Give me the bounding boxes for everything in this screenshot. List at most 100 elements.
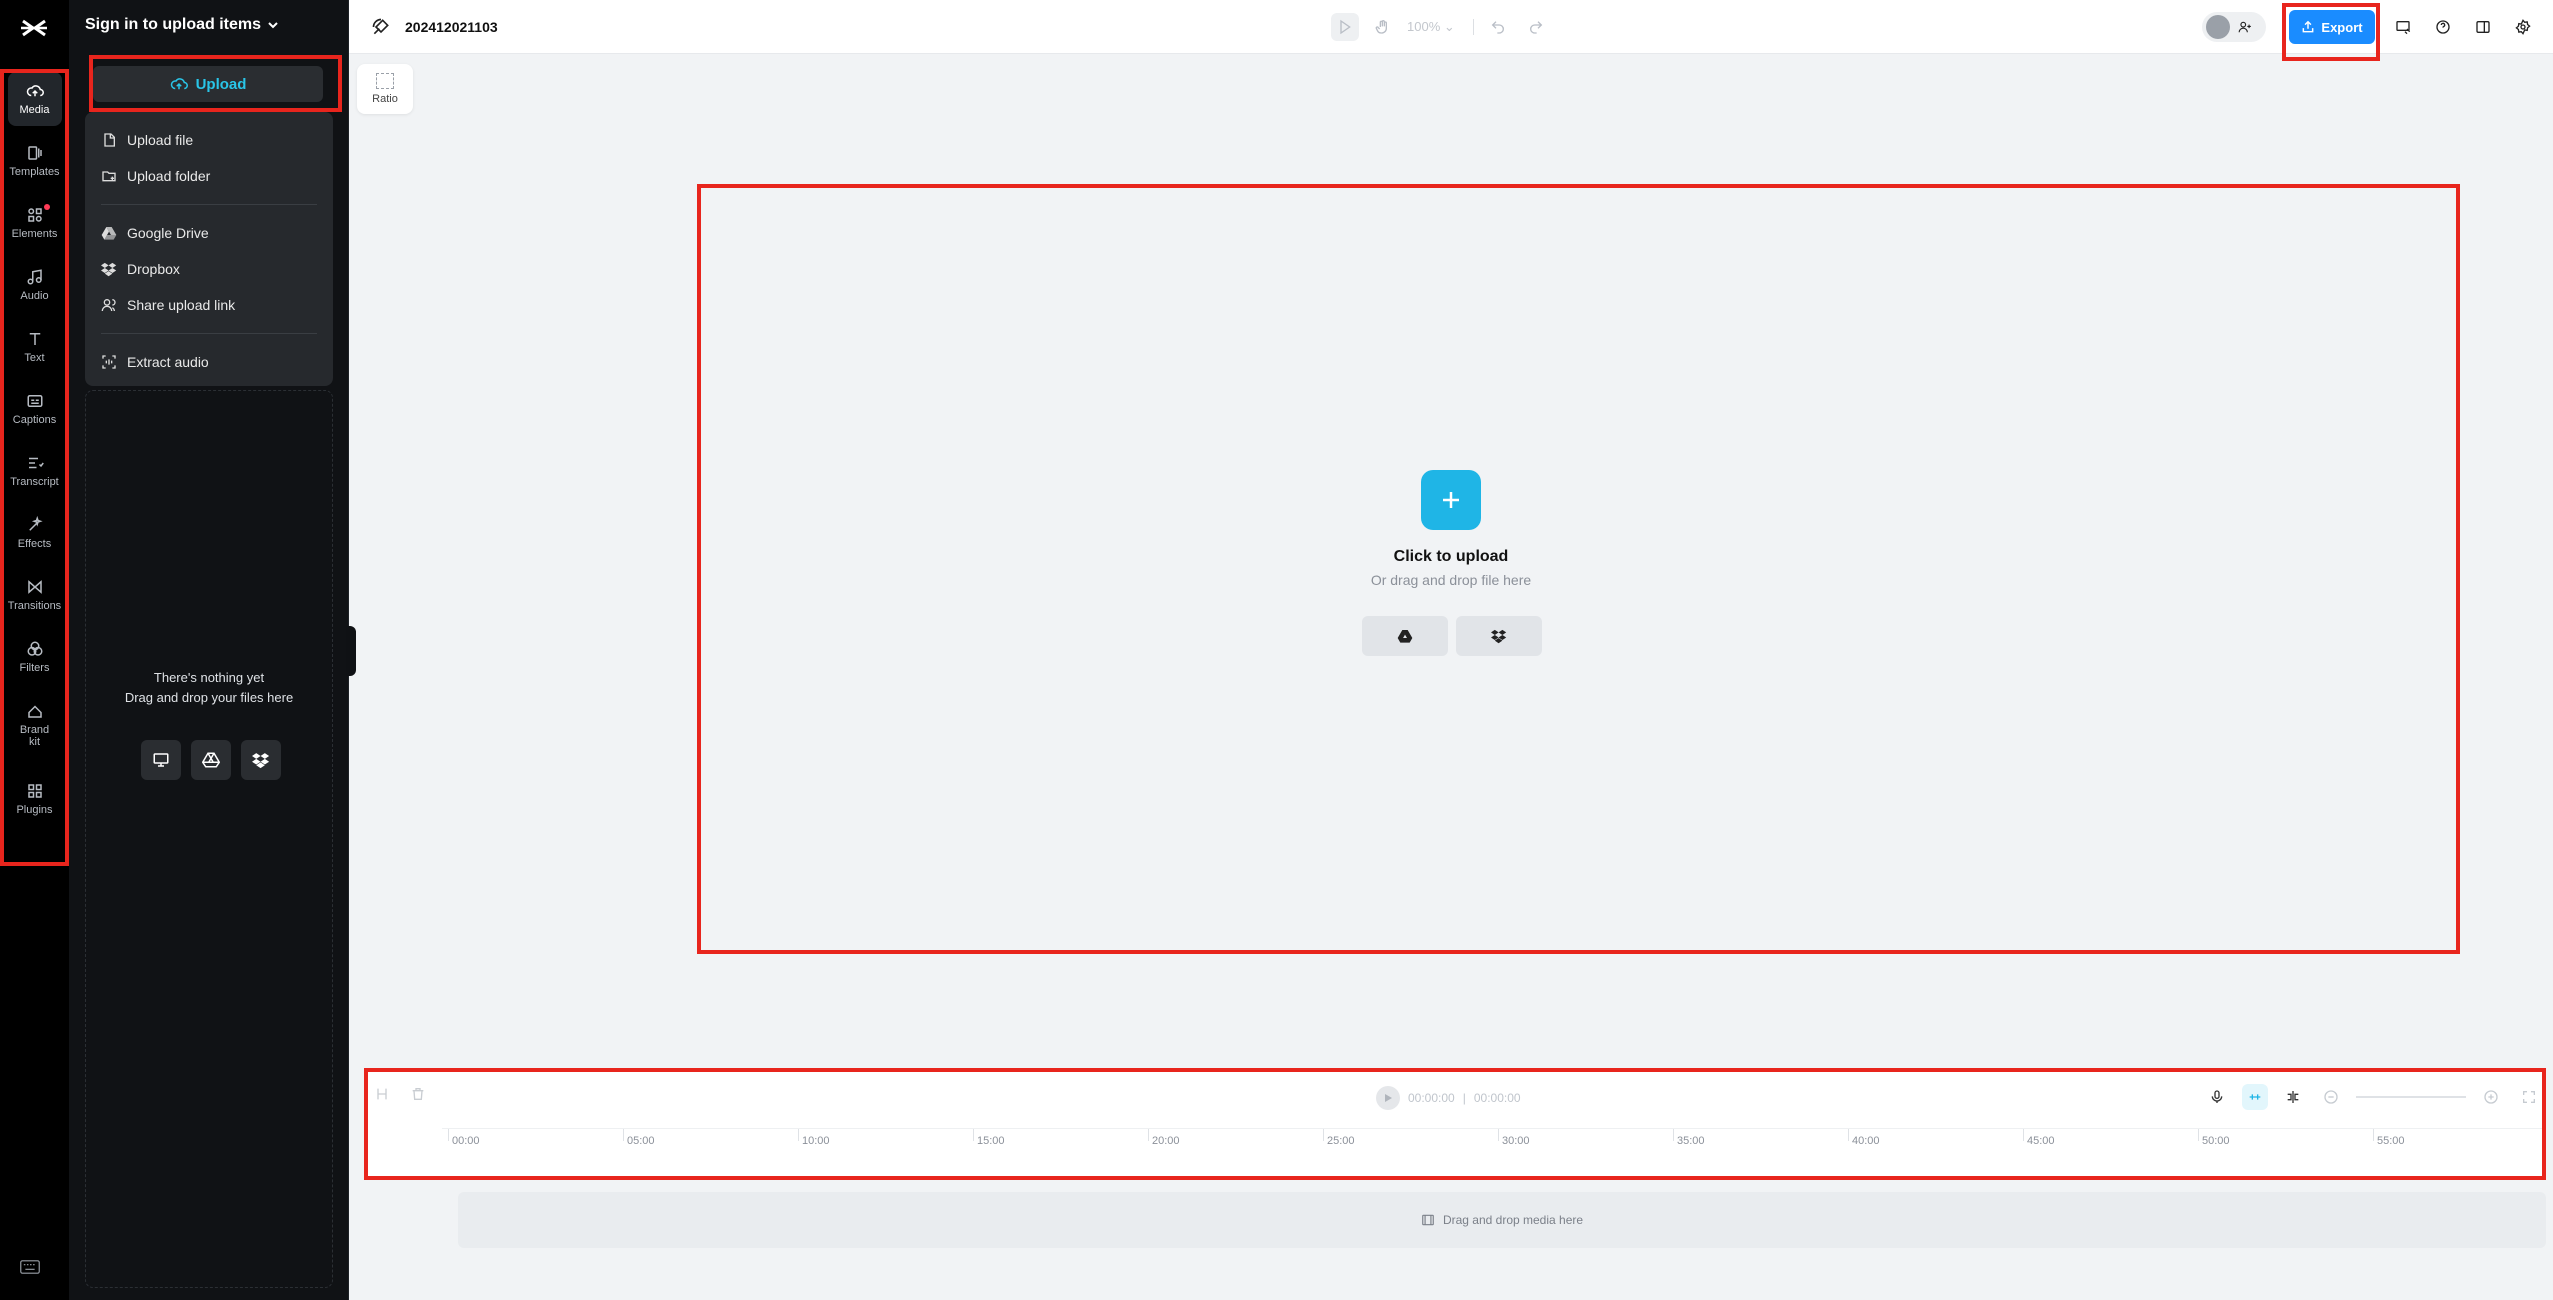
timeline-zoom-slider[interactable]	[2356, 1096, 2466, 1098]
upload-button[interactable]: Upload	[93, 66, 323, 102]
ruler-tick: 55:00	[2373, 1129, 2405, 1147]
upload-from-dropbox-button[interactable]	[241, 740, 281, 780]
timeline-toolbar: 00:00:00 | 00:00:00 00:00 05:00 10:00 15	[364, 1068, 2546, 1180]
ratio-button[interactable]: Ratio	[357, 64, 413, 114]
trash-icon[interactable]	[410, 1086, 426, 1102]
current-time: 00:00:00	[1408, 1091, 1455, 1105]
rail-item-media[interactable]: Media	[7, 72, 62, 126]
rail-item-label: Plugins	[16, 804, 53, 816]
upload-from-google-drive-button[interactable]	[191, 740, 231, 780]
empty-state-title: There's nothing yet	[153, 670, 265, 685]
menu-item-label: Extract audio	[127, 354, 209, 370]
google-drive-icon	[101, 227, 117, 240]
timeline-dropzone[interactable]: Drag and drop media here	[458, 1192, 2546, 1248]
time-divider: |	[1462, 1091, 1466, 1105]
capcut-logo[interactable]	[17, 16, 51, 40]
chevron-down-icon	[268, 22, 278, 29]
ruler-tick: 15:00	[973, 1129, 1005, 1147]
menu-item-label: Dropbox	[127, 261, 180, 277]
present-button[interactable]	[2389, 13, 2417, 41]
settings-button[interactable]	[2509, 13, 2537, 41]
panel-title[interactable]: Sign in to upload items	[85, 16, 279, 34]
menu-item-label: Upload folder	[127, 168, 211, 184]
timeline-ruler[interactable]: 00:00 05:00 10:00 15:00 20:00 25:00 30:0…	[442, 1128, 2542, 1168]
zoom-dropdown[interactable]: 100% ⌄	[1407, 19, 1463, 35]
rail-item-captions[interactable]: Captions	[8, 382, 62, 436]
cloud-upload-icon	[26, 85, 44, 97]
canvas-upload-button[interactable]	[1421, 470, 1481, 530]
brand-kit-icon	[27, 705, 42, 718]
transitions-icon	[27, 580, 42, 594]
film-icon	[1422, 1214, 1434, 1226]
dropzone-label: Drag and drop media here	[1442, 1213, 1584, 1227]
menu-item-upload-folder[interactable]: Upload folder	[85, 158, 333, 194]
extract-audio-icon	[102, 355, 116, 369]
split-icon[interactable]	[374, 1086, 390, 1102]
canvas-google-drive-button[interactable]	[1362, 616, 1448, 656]
menu-item-share-upload-link[interactable]: Share upload link	[85, 287, 333, 323]
redo-button[interactable]	[1522, 13, 1550, 41]
project-name[interactable]: 202412021103	[405, 19, 498, 35]
link-clips-button[interactable]	[2280, 1084, 2306, 1110]
zoom-in-button[interactable]	[2478, 1084, 2504, 1110]
fit-icon	[2523, 1091, 2535, 1103]
rail-item-text[interactable]: Text	[8, 320, 62, 374]
play-button[interactable]	[1376, 1086, 1400, 1110]
rail-item-brand-kit[interactable]: Brand kit	[8, 692, 62, 758]
zoom-out-button[interactable]	[2318, 1084, 2344, 1110]
menu-item-label: Share upload link	[127, 297, 236, 313]
help-icon	[2436, 20, 2450, 34]
ruler-tick: 10:00	[798, 1129, 830, 1147]
empty-state-sources	[141, 740, 281, 780]
google-drive-icon	[1397, 630, 1413, 643]
export-button[interactable]: Export	[2289, 10, 2375, 44]
rail-item-templates[interactable]: Templates	[8, 134, 62, 188]
help-button[interactable]	[2429, 13, 2457, 41]
timeline-view-tools	[2204, 1084, 2553, 1110]
menu-item-google-drive[interactable]: Google Drive	[85, 215, 333, 251]
hand-tool-button[interactable]	[1369, 13, 1397, 41]
upload-from-computer-button[interactable]	[141, 740, 181, 780]
rail-item-transitions[interactable]: Transitions	[8, 568, 62, 622]
rail-item-plugins[interactable]: Plugins	[8, 772, 62, 826]
layout-toggle-button[interactable]	[2469, 13, 2497, 41]
rail-item-audio[interactable]: Audio	[8, 258, 62, 312]
elements-icon	[27, 208, 42, 222]
empty-state-subtitle: Drag and drop your files here	[124, 690, 294, 705]
menu-item-upload-file[interactable]: Upload file	[85, 122, 333, 158]
rail-item-label: Elements	[11, 228, 58, 240]
sidebar-layout-icon	[2476, 21, 2490, 33]
menu-separator	[101, 333, 317, 334]
rail-item-label: Captions	[12, 414, 57, 426]
collaborators[interactable]	[2202, 12, 2266, 42]
ruler-tick: 25:00	[1323, 1129, 1355, 1147]
panel-drop-area[interactable]	[85, 390, 333, 1288]
drag-drop-hint: Or drag and drop file here	[1370, 572, 1532, 588]
filters-icon	[27, 641, 42, 656]
click-to-upload-text[interactable]: Click to upload	[1300, 548, 1602, 566]
ruler-tick: 45:00	[2023, 1129, 2055, 1147]
undo-button[interactable]	[1484, 13, 1512, 41]
select-tool-button[interactable]	[1331, 13, 1359, 41]
ratio-label: Ratio	[372, 93, 398, 105]
ruler-tick: 30:00	[1498, 1129, 1530, 1147]
text-icon	[29, 333, 40, 345]
fit-timeline-button[interactable]	[2516, 1084, 2542, 1110]
rail-item-effects[interactable]: Effects	[8, 506, 62, 560]
project-icon[interactable]	[371, 17, 391, 37]
canvas-dropbox-button[interactable]	[1456, 616, 1542, 656]
plugins-icon	[27, 784, 42, 798]
record-voice-button[interactable]	[2204, 1084, 2230, 1110]
rail-item-filters[interactable]: Filters	[8, 630, 62, 684]
menu-item-dropbox[interactable]: Dropbox	[85, 251, 333, 287]
video-canvas[interactable]	[697, 184, 2460, 954]
keyboard-shortcuts-icon[interactable]	[20, 1260, 46, 1278]
menu-item-extract-audio[interactable]: Extract audio	[85, 344, 333, 380]
rail-item-transcript[interactable]: Transcript	[8, 444, 62, 498]
panel-collapse-handle[interactable]	[346, 626, 356, 676]
notification-dot	[43, 204, 50, 210]
magnet-snap-button[interactable]	[2242, 1084, 2268, 1110]
rail-item-elements[interactable]: Elements	[8, 196, 62, 250]
rail-item-label: Templates	[9, 166, 60, 178]
templates-icon	[27, 146, 42, 160]
